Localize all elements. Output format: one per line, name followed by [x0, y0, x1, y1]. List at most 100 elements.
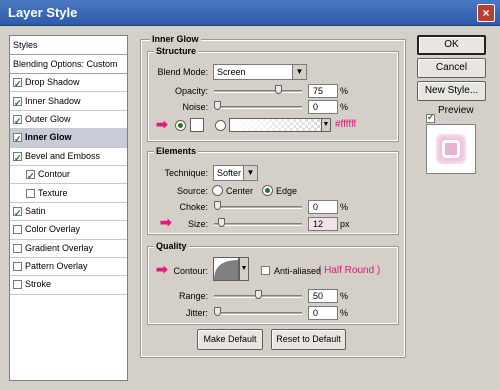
style-checkbox[interactable]: [13, 95, 22, 112]
source-center-label[interactable]: Center: [226, 186, 253, 196]
jitter-slider[interactable]: [214, 312, 302, 315]
opacity-slider[interactable]: [214, 90, 302, 93]
range-field[interactable]: 50: [308, 289, 338, 303]
reset-to-default-button[interactable]: Reset to Default: [271, 329, 346, 350]
make-default-button[interactable]: Make Default: [197, 329, 263, 350]
size-field[interactable]: 12: [308, 217, 338, 231]
gradient-preview[interactable]: [229, 118, 331, 132]
style-item-contour[interactable]: Contour: [10, 166, 127, 185]
style-checkbox[interactable]: [13, 205, 22, 222]
noise-label: Noise:: [182, 102, 208, 112]
style-item-label: Contour: [38, 169, 71, 180]
half-round-contour-icon: [214, 260, 238, 280]
jitter-label: Jitter:: [185, 308, 208, 318]
jitter-slider-handle[interactable]: [214, 307, 221, 316]
contour-label: Contour:: [173, 266, 208, 276]
style-item-pattern-overlay[interactable]: Pattern Overlay: [10, 258, 127, 277]
style-item-inner-glow[interactable]: Inner Glow: [10, 129, 127, 148]
noise-slider[interactable]: [214, 106, 302, 109]
opacity-unit: %: [340, 86, 349, 96]
style-checkbox[interactable]: [13, 262, 22, 272]
style-item-label: Outer Glow: [25, 113, 71, 124]
size-slider[interactable]: [214, 223, 302, 226]
technique-value: Softer: [217, 168, 242, 178]
style-item-bevel-and-emboss[interactable]: Bevel and Emboss: [10, 148, 127, 167]
noise-unit: %: [340, 102, 349, 112]
range-label: Range:: [178, 291, 208, 301]
close-icon[interactable]: ×: [477, 4, 495, 22]
opacity-field[interactable]: 75: [308, 84, 338, 98]
gradient-radio[interactable]: [215, 120, 226, 131]
style-item-gradient-overlay[interactable]: Gradient Overlay: [10, 240, 127, 258]
size-label: Size:: [187, 219, 208, 229]
color-note: #ffffff: [335, 119, 357, 130]
style-item-texture[interactable]: Texture: [10, 184, 127, 203]
blending-options-item[interactable]: Blending Options: Custom: [10, 55, 127, 74]
choke-slider-handle[interactable]: [214, 201, 221, 210]
contour-picker[interactable]: [213, 257, 239, 281]
preview-inner-square: [442, 140, 460, 158]
style-item-label: Pattern Overlay: [25, 261, 88, 272]
anti-aliased-checkbox[interactable]: [261, 266, 270, 275]
cancel-button[interactable]: Cancel: [417, 58, 486, 78]
gradient-dropdown-chevron-down-icon[interactable]: ▼: [321, 118, 331, 132]
style-item-label: Color Overlay: [25, 224, 81, 235]
style-item-label: Satin: [25, 205, 46, 216]
window-title: Layer Style: [8, 5, 78, 20]
style-item-label: Stroke: [25, 279, 52, 290]
style-checkbox[interactable]: [13, 76, 22, 93]
style-item-color-overlay[interactable]: Color Overlay: [10, 221, 127, 240]
size-slider-handle[interactable]: [217, 218, 225, 227]
style-checkbox[interactable]: [26, 168, 35, 185]
style-items: Drop Shadow Inner Shadow Outer Glow Inner G…: [10, 74, 127, 295]
blend-mode-value: Screen: [217, 67, 246, 77]
style-item-label: Drop Shadow: [25, 77, 80, 88]
style-checkbox[interactable]: [13, 243, 22, 253]
choke-field[interactable]: 0: [308, 200, 338, 214]
chevron-down-icon: ▼: [243, 166, 257, 180]
style-checkbox[interactable]: [13, 150, 22, 167]
noise-slider-handle[interactable]: [214, 101, 221, 110]
source-edge-label[interactable]: Edge: [276, 186, 297, 196]
source-edge-radio[interactable]: [262, 185, 273, 196]
blend-mode-select[interactable]: Screen ▼: [213, 64, 307, 80]
anti-aliased-label[interactable]: Anti-aliased: [274, 266, 321, 276]
style-item-drop-shadow[interactable]: Drop Shadow: [10, 74, 127, 93]
structure-title: Structure: [154, 46, 199, 56]
new-style-button[interactable]: New Style...: [417, 81, 486, 101]
style-item-outer-glow[interactable]: Outer Glow: [10, 111, 127, 130]
opacity-slider-handle[interactable]: [274, 85, 282, 94]
style-item-label: Texture: [38, 187, 68, 198]
preview-label[interactable]: Preview: [438, 105, 474, 116]
styles-list: Styles Blending Options: Custom Drop Sha…: [9, 35, 128, 381]
chevron-down-icon: ▼: [292, 65, 306, 79]
ok-button[interactable]: OK: [417, 35, 486, 55]
styles-header[interactable]: Styles: [10, 36, 127, 55]
elements-title: Elements: [154, 146, 199, 156]
source-label: Source:: [176, 186, 208, 196]
technique-select[interactable]: Softer ▼: [213, 165, 258, 181]
style-checkbox[interactable]: [13, 131, 22, 148]
style-preview-thumbnail: [426, 124, 476, 174]
style-checkbox[interactable]: [13, 225, 22, 235]
preview-checkbox[interactable]: [426, 112, 435, 123]
solid-color-radio[interactable]: [175, 120, 186, 131]
choke-unit: %: [340, 202, 349, 212]
style-item-inner-shadow[interactable]: Inner Shadow: [10, 92, 127, 112]
jitter-field[interactable]: 0: [308, 306, 338, 320]
noise-field[interactable]: 0: [308, 100, 338, 114]
style-item-stroke[interactable]: Stroke: [10, 276, 127, 295]
contour-dropdown-chevron-down-icon[interactable]: ▼: [239, 257, 249, 281]
style-item-label: Inner Shadow: [25, 95, 81, 106]
style-item-label: Bevel and Emboss: [25, 150, 101, 161]
style-checkbox[interactable]: [13, 113, 22, 130]
choke-slider[interactable]: [214, 206, 302, 209]
style-item-satin[interactable]: Satin: [10, 203, 127, 222]
quality-title: Quality: [154, 241, 189, 251]
style-checkbox[interactable]: [13, 280, 22, 290]
glow-color-swatch[interactable]: [190, 118, 204, 132]
source-center-radio[interactable]: [212, 185, 223, 196]
style-checkbox[interactable]: [26, 188, 35, 198]
blend-mode-label: Blend Mode:: [157, 67, 208, 77]
range-slider-handle[interactable]: [254, 290, 262, 299]
